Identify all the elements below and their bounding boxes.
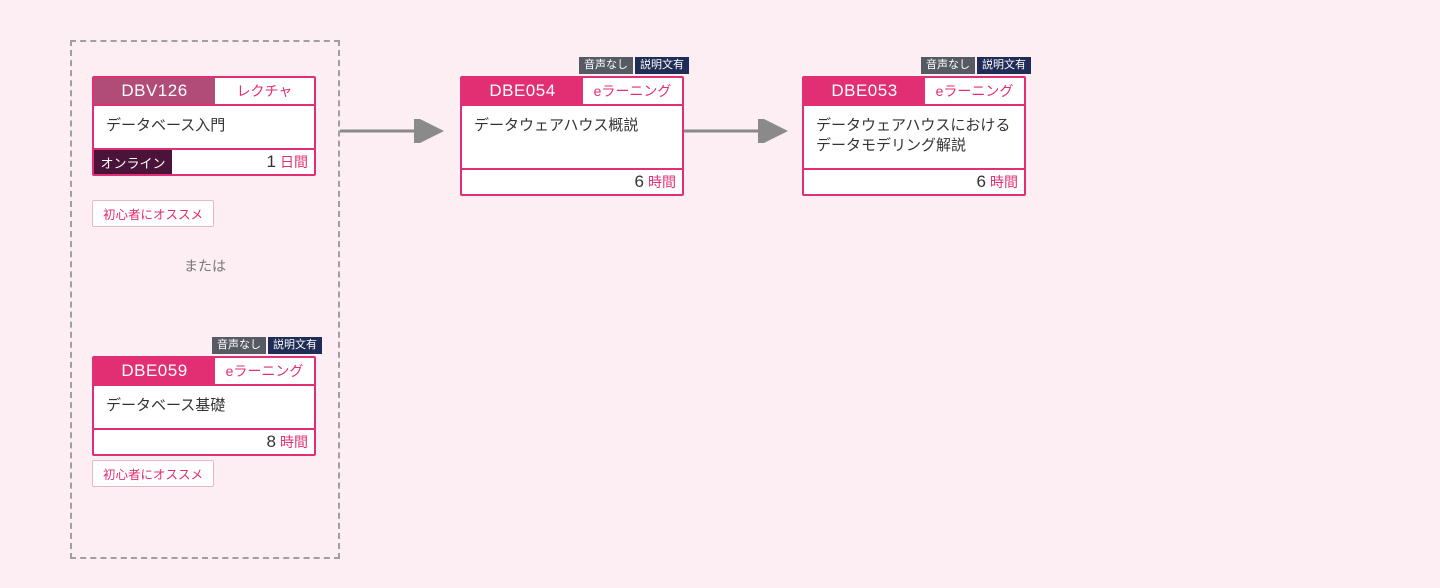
- card-header: DBE059 eラーニング: [94, 358, 314, 386]
- tag-audio: 音声なし: [579, 57, 633, 74]
- tag-desc: 説明文有: [635, 57, 689, 74]
- card-tags: 音声なし 説明文有: [921, 57, 1031, 74]
- course-title: データウェアハウスにおけるデータモデリング解説: [804, 106, 1024, 168]
- duration-number: 1: [267, 150, 278, 174]
- duration-unit: 時間: [278, 430, 314, 454]
- duration-number: 8: [267, 430, 278, 454]
- course-type: eラーニング: [583, 78, 682, 104]
- course-card-dbv126[interactable]: DBV126 レクチャ データベース入門 オンライン 1 日間: [92, 76, 316, 176]
- or-text: または: [184, 256, 226, 276]
- tag-desc: 説明文有: [977, 57, 1031, 74]
- course-type: eラーニング: [925, 78, 1024, 104]
- arrow-icon: [684, 119, 794, 143]
- arrow-icon: [340, 119, 450, 143]
- course-title: データウェアハウス概説: [462, 106, 682, 168]
- course-code: DBE054: [462, 78, 583, 104]
- duration-unit: 時間: [988, 170, 1024, 194]
- course-title: データベース基礎: [94, 386, 314, 428]
- card-footer: 6 時間: [804, 168, 1024, 194]
- duration-number: 6: [977, 170, 988, 194]
- card-footer: オンライン 1 日間: [94, 148, 314, 174]
- duration-unit: 日間: [278, 150, 314, 174]
- course-code: DBV126: [94, 78, 215, 104]
- duration-number: 6: [635, 170, 646, 194]
- course-card-dbe059[interactable]: DBE059 eラーニング データベース基礎 8 時間: [92, 356, 316, 456]
- recommend-badge: 初心者にオススメ: [92, 460, 214, 487]
- course-type: eラーニング: [215, 358, 314, 384]
- card-tags: 音声なし 説明文有: [579, 57, 689, 74]
- recommend-badge: 初心者にオススメ: [92, 200, 214, 227]
- card-footer: 6 時間: [462, 168, 682, 194]
- card-header: DBV126 レクチャ: [94, 78, 314, 106]
- course-title: データベース入門: [94, 106, 314, 148]
- card-tags: 音声なし 説明文有: [212, 337, 322, 354]
- course-code: DBE059: [94, 358, 215, 384]
- delivery-badge: オンライン: [94, 150, 172, 174]
- course-code: DBE053: [804, 78, 925, 104]
- tag-audio: 音声なし: [212, 337, 266, 354]
- tag-audio: 音声なし: [921, 57, 975, 74]
- card-footer: 8 時間: [94, 428, 314, 454]
- course-card-dbe053[interactable]: DBE053 eラーニング データウェアハウスにおけるデータモデリング解説 6 …: [802, 76, 1026, 196]
- course-card-dbe054[interactable]: DBE054 eラーニング データウェアハウス概説 6 時間: [460, 76, 684, 196]
- course-type: レクチャ: [215, 78, 314, 104]
- tag-desc: 説明文有: [268, 337, 322, 354]
- card-header: DBE054 eラーニング: [462, 78, 682, 106]
- diagram-canvas: DBV126 レクチャ データベース入門 オンライン 1 日間 初心者にオススメ…: [0, 0, 1440, 588]
- duration-unit: 時間: [646, 170, 682, 194]
- card-header: DBE053 eラーニング: [804, 78, 1024, 106]
